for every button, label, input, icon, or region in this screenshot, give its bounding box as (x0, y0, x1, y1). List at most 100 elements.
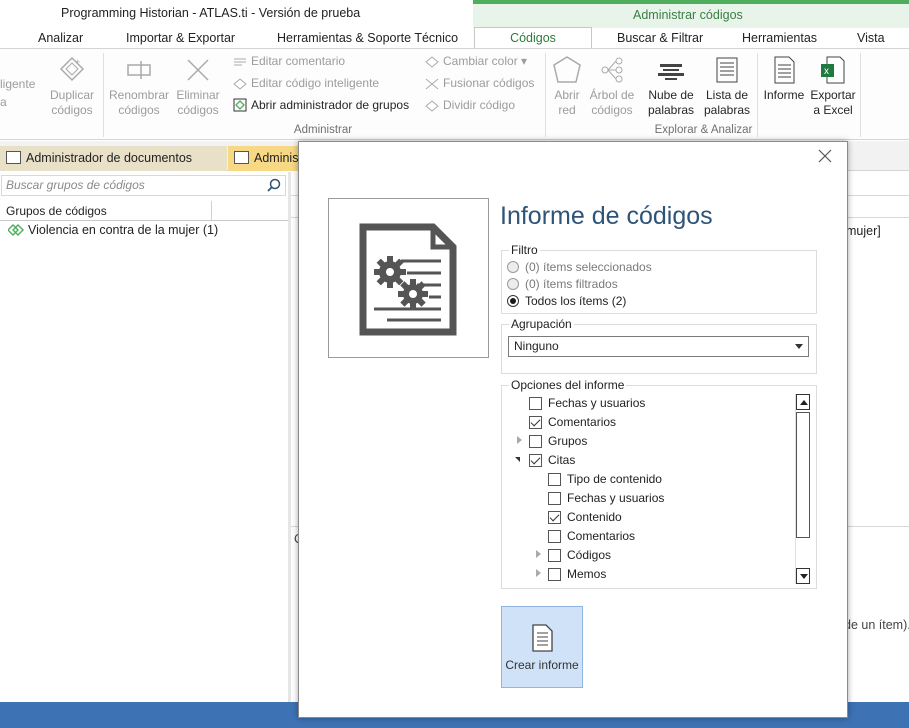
checkbox[interactable] (548, 473, 561, 486)
tab-herramientas[interactable]: Herramientas (738, 28, 821, 48)
doc-tab-document-manager-label: Administrador de documentos (26, 151, 193, 165)
merge-icon (425, 78, 439, 90)
tab-importar-exportar[interactable]: Importar & Exportar (122, 28, 239, 48)
scroll-down-button[interactable] (796, 568, 810, 584)
checkbox[interactable] (548, 492, 561, 505)
open-group-manager-button[interactable]: Abrir administrador de grupos (233, 96, 409, 114)
edit-smart-code-label: Editar código inteligente (251, 76, 380, 90)
option-label: Fechas y usuarios (567, 491, 665, 505)
radio-all-items[interactable]: Todos los ítems (2) (507, 294, 626, 308)
code-tree-label-1: Árbol de (589, 88, 635, 102)
create-report-button[interactable]: Crear informe (501, 606, 583, 688)
open-network-button[interactable]: Abrir red (549, 55, 585, 118)
duplicate-label-2: códigos (51, 103, 93, 117)
rename-codes-button[interactable]: Renombrar códigos (107, 55, 171, 118)
open-group-manager-label: Abrir administrador de grupos (251, 98, 410, 112)
option-tipo-contenido[interactable]: Tipo de contenido (548, 470, 662, 488)
word-cloud-button[interactable]: Nube de palabras (645, 55, 697, 118)
close-icon[interactable] (817, 148, 833, 164)
grouping-group: Agrupación Ninguno (501, 317, 817, 374)
option-label: Códigos (567, 548, 612, 562)
option-label: Memos (567, 567, 607, 581)
change-color-button[interactable]: Cambiar color ▾ (425, 52, 527, 70)
expand-arrow-icon[interactable] (536, 550, 541, 558)
edit-smart-code-button[interactable]: Editar código inteligente (233, 74, 379, 92)
radio-selected-items[interactable]: (0) ítems seleccionados (507, 260, 652, 274)
delete-x-icon (187, 59, 209, 81)
color-icon (425, 56, 439, 68)
radio-circle (507, 278, 519, 290)
doc-tab-document-manager[interactable]: Administrador de documentos (0, 146, 227, 171)
option-label: Comentarios (567, 529, 636, 543)
checkbox[interactable] (529, 397, 542, 410)
option-label: Contenido (567, 510, 622, 524)
word-list-button[interactable]: Lista de palabras (702, 55, 752, 118)
column-header-label: Grupos de códigos (6, 204, 107, 218)
option-codigos[interactable]: Códigos (548, 546, 611, 564)
checkbox[interactable] (529, 435, 542, 448)
option-grupos[interactable]: Grupos (529, 432, 587, 450)
radio-filtered-items[interactable]: (0) ítems filtrados (507, 277, 618, 291)
radio-all-items-label: Todos los ítems (2) (525, 294, 627, 308)
group-label-administrar: Administrar (293, 124, 353, 136)
option-contenido[interactable]: Contenido (548, 508, 622, 526)
option-comentarios[interactable]: Comentarios (529, 413, 616, 431)
checkbox-checked[interactable] (529, 416, 542, 429)
split-code-label: Dividir código (443, 98, 516, 112)
option-citas[interactable]: Citas (529, 451, 575, 469)
ribbon-tabs: Analizar Importar & Exportar Herramienta… (0, 27, 909, 49)
code-report-dialog: Informe de códigos Filtro (0) ítems sele… (298, 141, 848, 718)
dropdown-arrow-icon: ▾ (521, 54, 528, 68)
report-options-group: Opciones del informe Fechas y usuarios C… (501, 378, 817, 589)
merge-codes-label: Fusionar códigos (443, 76, 535, 90)
tab-analizar[interactable]: Analizar (34, 28, 87, 48)
window-title: Programming Historian - ATLAS.ti - Versi… (61, 6, 361, 20)
search-placeholder: Buscar grupos de códigos (6, 178, 145, 192)
split-code-button[interactable]: Dividir código (425, 96, 515, 114)
collapse-arrow-icon[interactable] (515, 457, 520, 462)
code-group-search-input[interactable]: Buscar grupos de códigos (1, 175, 286, 196)
code-tree-button[interactable]: Árbol de códigos (587, 55, 637, 118)
chevron-down-icon (795, 344, 803, 349)
group-manager-tab-icon (234, 151, 249, 164)
expand-arrow-icon[interactable] (517, 436, 522, 444)
search-icon[interactable] (267, 178, 281, 192)
option-label: Citas (548, 453, 576, 467)
scroll-up-button[interactable] (796, 394, 810, 410)
checkbox-checked[interactable] (529, 454, 542, 467)
open-network-label-2: red (558, 103, 576, 117)
word-list-label-1: Lista de (705, 88, 749, 102)
radio-circle-checked (507, 295, 519, 307)
doc-tab-group-manager[interactable]: Adminis (228, 146, 300, 171)
tab-codigos[interactable]: Códigos (474, 27, 592, 49)
edit-comment-button[interactable]: Editar comentario (233, 52, 345, 70)
checkbox[interactable] (548, 530, 561, 543)
report-button[interactable]: Informe (760, 55, 808, 103)
grouping-select[interactable]: Ninguno (508, 336, 809, 357)
option-fechas-usuarios[interactable]: Fechas y usuarios (529, 394, 645, 412)
delete-codes-button[interactable]: Eliminar códigos (172, 55, 224, 118)
expand-arrow-icon[interactable] (536, 569, 541, 577)
code-groups-column-header[interactable]: Grupos de códigos (0, 201, 288, 221)
list-item[interactable]: Violencia en contra de la mujer (1) (7, 223, 218, 237)
options-scrollbar[interactable] (795, 394, 810, 584)
export-excel-button[interactable]: x Exportar a Excel (808, 55, 858, 118)
rename-label-2: códigos (118, 103, 160, 117)
ribbon-partial-label: ligente (0, 77, 36, 91)
checkbox-checked[interactable] (548, 511, 561, 524)
option-citas-comentarios[interactable]: Comentarios (548, 527, 635, 545)
merge-codes-button[interactable]: Fusionar códigos (425, 74, 534, 92)
tab-buscar-filtrar[interactable]: Buscar & Filtrar (613, 28, 707, 48)
checkbox[interactable] (548, 549, 561, 562)
option-memos[interactable]: Memos (548, 565, 606, 583)
tab-herramientas-soporte[interactable]: Herramientas & Soporte Técnico (273, 28, 462, 48)
word-cloud-label-2: palabras (647, 103, 695, 117)
checkbox[interactable] (548, 568, 561, 581)
grouping-select-value: Ninguno (514, 339, 559, 353)
scroll-thumb[interactable] (796, 412, 810, 538)
tab-vista[interactable]: Vista (853, 28, 889, 48)
duplicate-codes-button[interactable]: + Duplicar códigos (44, 55, 100, 118)
option-citas-fechas-usuarios[interactable]: Fechas y usuarios (548, 489, 664, 507)
filter-group: Filtro (0) ítems seleccionados (0) ítems… (501, 243, 817, 314)
report-settings-icon (359, 223, 457, 336)
